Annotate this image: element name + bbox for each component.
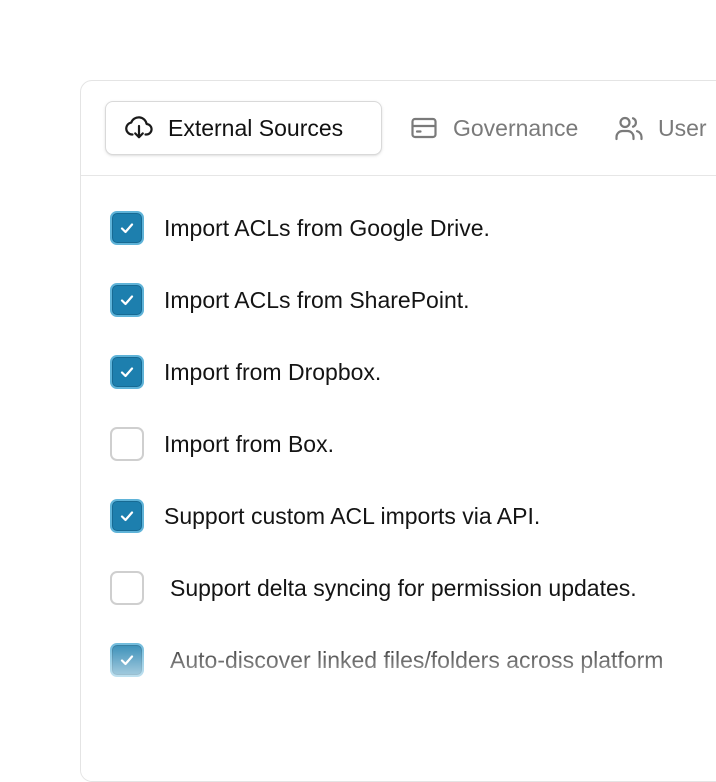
option-google-drive[interactable]: Import ACLs from Google Drive. xyxy=(110,208,490,248)
tab-label: User xyxy=(658,114,707,141)
bottom-cover xyxy=(81,756,716,781)
option-delta-syncing[interactable]: Support delta syncing for permission upd… xyxy=(110,568,637,608)
check-icon xyxy=(120,223,134,234)
option-label: Support delta syncing for permission upd… xyxy=(170,574,637,601)
option-sharepoint[interactable]: Import ACLs from SharePoint. xyxy=(110,280,470,320)
card-icon xyxy=(409,113,439,143)
check-icon xyxy=(120,367,134,378)
tab-bar: External Sources Governance User xyxy=(81,81,716,176)
tab-label: Governance xyxy=(453,114,579,141)
option-label: Import from Box. xyxy=(164,430,334,457)
check-icon xyxy=(120,295,134,306)
option-box[interactable]: Import from Box. xyxy=(110,424,334,464)
option-label: Import ACLs from Google Drive. xyxy=(164,214,490,241)
checkbox-checked[interactable] xyxy=(110,355,144,389)
tab-user[interactable]: User xyxy=(614,101,707,155)
option-label: Support custom ACL imports via API. xyxy=(164,502,541,529)
tab-external-sources[interactable]: External Sources xyxy=(105,101,382,155)
checkbox-checked[interactable] xyxy=(110,211,144,245)
tab-label: External Sources xyxy=(168,114,344,141)
check-icon xyxy=(120,511,134,522)
tab-governance[interactable]: Governance xyxy=(409,101,578,155)
checkbox-checked[interactable] xyxy=(110,643,144,677)
checkbox-checked[interactable] xyxy=(110,283,144,317)
checkbox-unchecked[interactable] xyxy=(110,571,144,605)
option-dropbox[interactable]: Import from Dropbox. xyxy=(110,352,381,392)
checkbox-checked[interactable] xyxy=(110,499,144,533)
check-icon xyxy=(120,655,134,666)
settings-panel: External Sources Governance User Import … xyxy=(80,80,716,782)
users-icon xyxy=(614,113,644,143)
option-label: Import ACLs from SharePoint. xyxy=(164,286,470,313)
option-custom-acl-api[interactable]: Support custom ACL imports via API. xyxy=(110,496,540,536)
cloud-download-icon xyxy=(124,113,154,143)
option-label: Import from Dropbox. xyxy=(164,358,382,385)
option-auto-discover[interactable]: Auto-discover linked files/folders acros… xyxy=(110,640,663,680)
checkbox-unchecked[interactable] xyxy=(110,427,144,461)
option-label: Auto-discover linked files/folders acros… xyxy=(170,646,664,673)
